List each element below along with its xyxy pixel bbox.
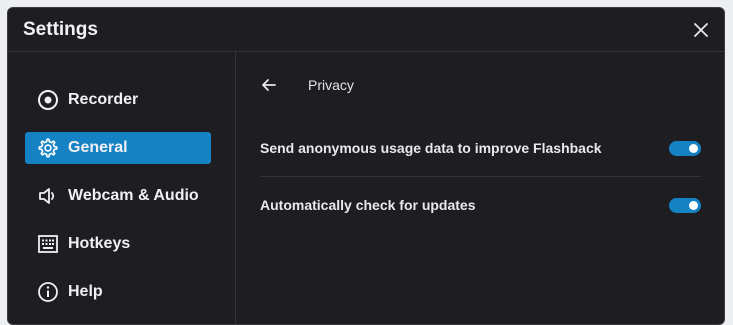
sidebar-item-label: General <box>68 139 128 156</box>
gear-icon <box>37 137 59 159</box>
speaker-icon <box>37 185 59 207</box>
sidebar-item-label: Webcam & Audio <box>68 187 199 204</box>
back-button[interactable] <box>258 74 280 96</box>
settings-window: Settings Recorder General Webcam & Audio… <box>7 7 725 325</box>
section-title: Privacy <box>308 77 354 93</box>
sidebar-item-label: Hotkeys <box>68 235 131 252</box>
window-title: Settings <box>23 19 98 40</box>
sidebar-item-hotkeys[interactable]: Hotkeys <box>25 228 211 260</box>
settings-content: Privacy Send anonymous usage data to imp… <box>236 52 724 324</box>
setting-row-usage-data: Send anonymous usage data to improve Fla… <box>260 120 701 177</box>
sidebar-item-help[interactable]: Help <box>25 276 211 308</box>
usage-data-toggle[interactable] <box>669 140 701 156</box>
sidebar-item-label: Help <box>68 283 103 300</box>
info-icon <box>37 281 59 303</box>
toggle-knob <box>689 143 698 153</box>
toggle-knob <box>689 200 698 210</box>
arrow-left-icon <box>262 79 276 91</box>
sidebar-item-general[interactable]: General <box>25 132 211 164</box>
title-bar: Settings <box>8 8 724 52</box>
sidebar-item-recorder[interactable]: Recorder <box>25 84 211 116</box>
auto-update-toggle[interactable] <box>669 197 701 213</box>
close-icon <box>694 23 708 37</box>
setting-row-auto-update: Automatically check for updates <box>260 177 701 233</box>
sidebar-item-label: Recorder <box>68 91 139 108</box>
close-button[interactable] <box>688 17 714 43</box>
setting-label: Send anonymous usage data to improve Fla… <box>260 140 602 156</box>
keyboard-icon <box>37 233 59 255</box>
sidebar-item-webcam-audio[interactable]: Webcam & Audio <box>25 180 211 212</box>
setting-label: Automatically check for updates <box>260 197 476 213</box>
record-icon <box>37 89 59 111</box>
sidebar: Recorder General Webcam & Audio Hotkeys … <box>8 52 236 324</box>
